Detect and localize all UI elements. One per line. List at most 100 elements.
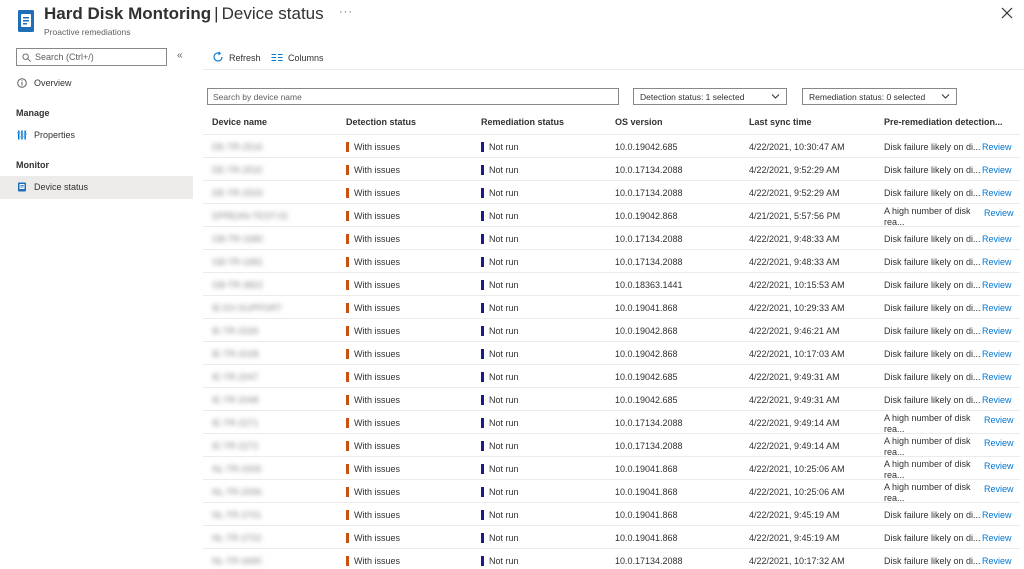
sidebar-item-properties[interactable]: Properties bbox=[0, 124, 193, 147]
os-version-cell: 10.0.17134.2088 bbox=[615, 441, 683, 451]
column-header-pre-remediation-detection[interactable]: Pre-remediation detection... bbox=[884, 117, 1003, 127]
device-name-cell[interactable]: NL-TR-3490 bbox=[212, 556, 262, 566]
columns-button[interactable]: Columns bbox=[271, 51, 341, 65]
review-link[interactable]: Review bbox=[982, 142, 1012, 152]
device-name-cell[interactable]: IE-TR-2028 bbox=[212, 349, 259, 359]
device-name-cell[interactable]: IE-TR-2048 bbox=[212, 395, 259, 405]
table-row[interactable]: IE-TR-2048 With issues Not run 10.0.19042.6… bbox=[203, 387, 1020, 410]
last-sync-time-cell: 4/22/2021, 9:49:31 AM bbox=[749, 395, 840, 405]
device-name-cell[interactable]: NL-TR-2005 bbox=[212, 464, 262, 474]
review-link[interactable]: Review bbox=[982, 280, 1012, 290]
table-row[interactable]: IE-TR-2271 With issues Not run 10.0.17134.2… bbox=[203, 410, 1020, 434]
device-name-cell[interactable]: IE-TR-2271 bbox=[212, 418, 259, 428]
table-row[interactable]: DE-TR-2533 With issues Not run 10.0.17134.2… bbox=[203, 180, 1020, 203]
table-row[interactable]: GB-TR-3822 With issues Not run 10.0.18363.1… bbox=[203, 272, 1020, 295]
device-name-cell[interactable]: NL-TR-2006 bbox=[212, 487, 262, 497]
table-row[interactable]: NL-TR-2006 With issues Not run 10.0.19041.8… bbox=[203, 479, 1020, 503]
review-link[interactable]: Review bbox=[982, 349, 1012, 359]
remediation-status-filter[interactable]: Remediation status: 0 selected bbox=[802, 88, 957, 105]
pre-remediation-cell: Disk failure likely on di... bbox=[884, 234, 981, 244]
device-name-cell[interactable]: DE-TR-2516 bbox=[212, 142, 263, 152]
detection-status-cell: With issues bbox=[346, 395, 400, 405]
close-icon[interactable] bbox=[998, 4, 1016, 22]
detection-status-filter[interactable]: Detection status: 1 selected bbox=[633, 88, 787, 105]
detection-status-cell: With issues bbox=[346, 165, 400, 175]
device-name-cell[interactable]: IE-TR-2272 bbox=[212, 441, 259, 451]
device-name-cell[interactable]: IE-DV-SUPPORT bbox=[212, 303, 282, 313]
remediation-status-cell: Not run bbox=[481, 349, 519, 359]
column-header-os-version[interactable]: OS version bbox=[615, 117, 663, 127]
sidebar-item-label: Properties bbox=[34, 130, 76, 140]
review-link[interactable]: Review bbox=[982, 165, 1012, 175]
review-link[interactable]: Review bbox=[982, 257, 1012, 267]
remediation-status-cell: Not run bbox=[481, 234, 519, 244]
os-version-cell: 10.0.19042.685 bbox=[615, 395, 678, 405]
device-name-cell[interactable]: IE-TR-2026 bbox=[212, 326, 259, 336]
column-header-remediation-status[interactable]: Remediation status bbox=[481, 117, 564, 127]
menu-search-input[interactable]: Search (Ctrl+/) bbox=[16, 48, 167, 66]
device-name-cell[interactable]: IE-TR-2047 bbox=[212, 372, 259, 382]
review-link[interactable]: Review bbox=[982, 395, 1012, 405]
table-row[interactable]: IE-TR-2028 With issues Not run 10.0.19042.8… bbox=[203, 341, 1020, 364]
review-link[interactable]: Review bbox=[984, 461, 1014, 471]
table-row[interactable]: IE-TR-2272 With issues Not run 10.0.17134.2… bbox=[203, 433, 1020, 457]
detection-status-text: With issues bbox=[354, 510, 401, 520]
review-link[interactable]: Review bbox=[984, 484, 1014, 494]
detection-status-text: With issues bbox=[354, 142, 401, 152]
review-link[interactable]: Review bbox=[982, 510, 1012, 520]
table-row[interactable]: DE-TR-2532 With issues Not run 10.0.17134.2… bbox=[203, 157, 1020, 180]
table-row[interactable]: IE-DV-SUPPORT With issues Not run 10.0.1904… bbox=[203, 295, 1020, 318]
review-link[interactable]: Review bbox=[982, 303, 1012, 313]
table-row[interactable]: NL-TR-2702 With issues Not run 10.0.19041.8… bbox=[203, 525, 1020, 548]
section-manage: Manage bbox=[16, 108, 50, 118]
device-name-cell[interactable]: DPREAN-TEST-02 bbox=[212, 211, 288, 221]
review-link[interactable]: Review bbox=[982, 326, 1012, 336]
remediation-status-filter-label: Remediation status: 0 selected bbox=[809, 92, 926, 102]
device-name-cell[interactable]: NL-TR-2702 bbox=[212, 533, 262, 543]
device-name-cell[interactable]: GB-TR-3822 bbox=[212, 280, 263, 290]
device-name-cell[interactable]: DE-TR-2533 bbox=[212, 188, 263, 198]
column-header-detection-status[interactable]: Detection status bbox=[346, 117, 416, 127]
title-separator: | bbox=[214, 4, 219, 23]
column-header-last-sync-time[interactable]: Last sync time bbox=[749, 117, 812, 127]
review-link[interactable]: Review bbox=[982, 234, 1012, 244]
pre-remediation-cell: Disk failure likely on di... bbox=[884, 326, 981, 336]
table-row[interactable]: GB-TR-1681 With issues Not run 10.0.17134.2… bbox=[203, 249, 1020, 272]
os-version-cell: 10.0.17134.2088 bbox=[615, 188, 683, 198]
device-search-input[interactable]: Search by device name bbox=[207, 88, 619, 105]
remediation-status-cell: Not run bbox=[481, 372, 519, 382]
collapse-menu-button[interactable]: « bbox=[177, 51, 187, 61]
table-row[interactable]: NL-TR-3490 With issues Not run 10.0.17134.2… bbox=[203, 548, 1020, 569]
os-version-cell: 10.0.19042.868 bbox=[615, 326, 678, 336]
remediation-status-text: Not run bbox=[489, 211, 519, 221]
review-link[interactable]: Review bbox=[982, 188, 1012, 198]
sidebar-item-overview[interactable]: Overview bbox=[0, 72, 193, 95]
table-row[interactable]: NL-TR-2005 With issues Not run 10.0.19041.8… bbox=[203, 456, 1020, 480]
review-link[interactable]: Review bbox=[982, 556, 1012, 566]
table-row[interactable]: NL-TR-2701 With issues Not run 10.0.19041.8… bbox=[203, 502, 1020, 525]
sidebar-item-device-status[interactable]: Device status bbox=[0, 176, 193, 199]
device-name-cell[interactable]: NL-TR-2701 bbox=[212, 510, 262, 520]
table-row[interactable]: GB-TR-1680 With issues Not run 10.0.17134.2… bbox=[203, 226, 1020, 249]
column-header-device-name[interactable]: Device name bbox=[212, 117, 267, 127]
more-options-button[interactable]: ··· bbox=[339, 6, 353, 18]
device-name-cell[interactable]: GB-TR-1681 bbox=[212, 257, 263, 267]
detection-status-text: With issues bbox=[354, 533, 401, 543]
review-link[interactable]: Review bbox=[984, 415, 1014, 425]
review-link[interactable]: Review bbox=[982, 372, 1012, 382]
review-link[interactable]: Review bbox=[984, 208, 1014, 218]
review-link[interactable]: Review bbox=[984, 438, 1014, 448]
pre-remediation-cell: A high number of disk rea... bbox=[884, 413, 971, 434]
table-row[interactable]: DPREAN-TEST-02 With issues Not run 10.0.190… bbox=[203, 203, 1020, 227]
review-link[interactable]: Review bbox=[982, 533, 1012, 543]
device-name-cell[interactable]: DE-TR-2532 bbox=[212, 165, 263, 175]
table-row[interactable]: DE-TR-2516 With issues Not run 10.0.19042.6… bbox=[203, 134, 1020, 157]
table-row[interactable]: IE-TR-2047 With issues Not run 10.0.19042.6… bbox=[203, 364, 1020, 387]
pre-remediation-cell: Disk failure likely on di... bbox=[884, 165, 981, 175]
table-row[interactable]: IE-TR-2026 With issues Not run 10.0.19042.8… bbox=[203, 318, 1020, 341]
detection-status-text: With issues bbox=[354, 487, 401, 497]
device-name-cell[interactable]: GB-TR-1680 bbox=[212, 234, 263, 244]
refresh-button[interactable]: Refresh bbox=[212, 51, 274, 65]
remediation-status-text: Not run bbox=[489, 188, 519, 198]
detection-status-cell: With issues bbox=[346, 372, 400, 382]
